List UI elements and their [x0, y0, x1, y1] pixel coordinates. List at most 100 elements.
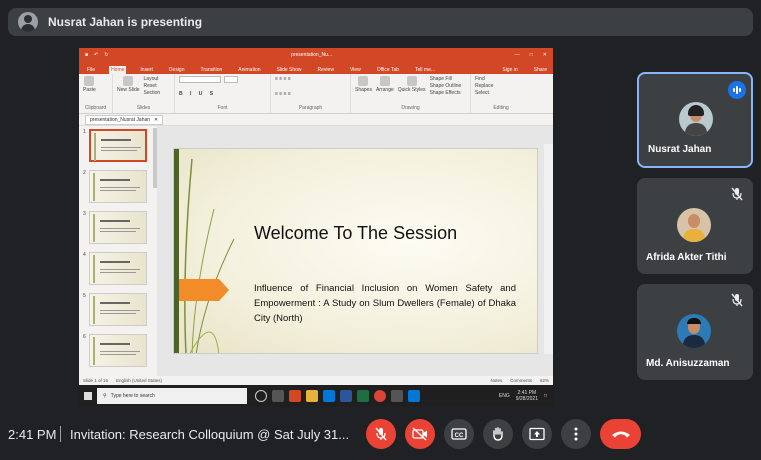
current-slide: Welcome To The Session Influence of Fina…: [173, 148, 538, 354]
tab-view: View: [349, 67, 361, 73]
paste-button: Paste: [83, 76, 96, 93]
align-icons: ≡ ≡ ≡ ≡: [275, 90, 291, 97]
slide-body-text: Influence of Financial Inclusion on Wome…: [254, 283, 516, 324]
present-button[interactable]: [522, 419, 552, 449]
word-app-icon: [340, 389, 352, 402]
participant-tile-anisuzzaman[interactable]: Md. Anisuzzaman: [637, 284, 753, 380]
camera-toggle-button[interactable]: [405, 419, 435, 449]
taskbar-date: 9/28/2021: [515, 395, 538, 402]
participant-name: Afrida Akter Tithi: [646, 252, 727, 263]
avatar: [677, 208, 711, 242]
avatar: [677, 314, 711, 348]
participant-name: Nusrat Jahan: [648, 144, 712, 155]
redo-icon: ↻: [104, 52, 109, 58]
language-indicator: ENG: [498, 392, 510, 399]
notes-button: Notes: [490, 378, 503, 383]
chrome-icon: [374, 389, 386, 402]
arrange-button: Arrange: [376, 76, 394, 96]
raise-hand-icon: [493, 427, 503, 441]
notification-icon: □: [543, 392, 547, 399]
hang-up-icon: [611, 431, 630, 438]
thumbnail-2: 2: [83, 170, 147, 203]
participant-tile-afrida[interactable]: Afrida Akter Tithi: [637, 178, 753, 274]
participant-tile-nusrat[interactable]: Nusrat Jahan: [637, 72, 753, 168]
store-icon: [323, 389, 335, 402]
captions-button[interactable]: CC: [444, 419, 474, 449]
presenter-avatar: [18, 12, 38, 32]
close-icon: ✕: [542, 52, 547, 58]
minimize-icon: —: [514, 52, 520, 58]
tab-office-tab: Office Tab: [376, 67, 400, 73]
tab-tell-me: Tell me...: [415, 67, 436, 73]
slide-title: Welcome To The Session: [254, 223, 458, 243]
orange-arrow-shape: [179, 279, 229, 301]
thumbnail-1: 1: [83, 129, 147, 162]
ribbon: Paste Clipboard New Slide Layout Reset S…: [79, 74, 553, 114]
layout-button: Layout: [143, 76, 159, 82]
ribbon-group-slides: New Slide Layout Reset Section Slides: [113, 74, 175, 113]
thumbnail-6: 6: [83, 334, 147, 367]
search-icon: ⚲: [103, 392, 107, 399]
mic-toggle-button[interactable]: [366, 419, 396, 449]
document-tab-bar: presentation_Nusrat Jahan ✕: [79, 114, 553, 126]
thumbnail-5: 5: [83, 293, 147, 326]
excel-app-icon: [357, 389, 369, 402]
undo-icon: ↶: [94, 52, 99, 58]
system-tray: ENG 2:41 PM 9/28/2021 □: [499, 390, 553, 402]
group-label-drawing: Drawing: [401, 105, 420, 111]
taskbar-apps: [255, 389, 420, 402]
more-options-button[interactable]: [561, 419, 591, 449]
ribbon-group-drawing: Shapes Arrange Quick Styles Shape Fill S…: [351, 74, 471, 113]
thumbnail-3: 3: [83, 211, 147, 244]
ribbon-group-editing: Find Replace Select Editing: [471, 74, 531, 113]
presenting-text: Nusrat Jahan is presenting: [48, 15, 203, 29]
group-label-clipboard: Clipboard: [84, 105, 107, 111]
more-options-icon: [574, 427, 578, 441]
grass-decoration: [184, 158, 235, 353]
shapes-button: Shapes: [355, 76, 372, 96]
powerpoint-statusbar: Slide 1 of 16 English (United States) No…: [79, 376, 553, 385]
font-format-icons: B I U S: [179, 91, 217, 97]
share-button: Share: [533, 67, 547, 73]
group-label-slides: Slides: [136, 105, 151, 111]
group-label-paragraph: Paragraph: [298, 105, 323, 111]
paragraph-icons: ≡ ≡ ≡ ≡: [275, 76, 291, 82]
mic-muted-icon: [731, 293, 743, 307]
shape-fill-button: Shape Fill: [429, 76, 452, 82]
ribbon-group-paragraph: ≡ ≡ ≡ ≡ ≡ ≡ ≡ ≡ Paragraph: [271, 74, 351, 113]
cortana-icon: [255, 389, 267, 402]
tab-design: Design: [168, 67, 185, 73]
mic-off-icon: [375, 427, 387, 441]
raise-hand-button[interactable]: [483, 419, 513, 449]
close-tab-icon: ✕: [154, 116, 159, 123]
group-label-font: Font: [217, 105, 228, 111]
mic-muted-icon: [731, 187, 743, 201]
font-name-box: [179, 76, 221, 83]
thumbnail-scrollbar: [153, 128, 157, 188]
shape-effects-button: Shape Effects: [429, 90, 461, 96]
speaking-indicator-icon: [728, 81, 746, 99]
meeting-control-bar: 2:41 PM Invitation: Research Colloquium …: [0, 408, 761, 460]
tab-transition: Transition: [200, 67, 223, 73]
tab-insert: Insert: [140, 67, 153, 73]
ribbon-group-clipboard: Paste Clipboard: [79, 74, 113, 113]
camera-off-icon: [412, 427, 427, 441]
window-title: presentation_Nu...: [291, 52, 333, 58]
meeting-title[interactable]: Invitation: Research Colloquium @ Sat Ju…: [70, 427, 349, 442]
avatar: [679, 102, 713, 136]
powerpoint-app-icon: [289, 389, 301, 402]
shape-outline-button: Shape Outline: [429, 83, 462, 89]
hang-up-button[interactable]: [600, 419, 641, 449]
meeting-clock: 2:41 PM: [8, 427, 57, 442]
ribbon-tabs: File Home Insert Design Transition Anima…: [79, 62, 553, 74]
powerpoint-titlebar: ■ ↶ ↻ presentation_Nu... — □ ✕: [79, 48, 553, 62]
group-label-editing: Editing: [493, 105, 509, 111]
settings-icon: [391, 389, 403, 402]
windows-start-icon: [79, 385, 97, 406]
maximize-icon: □: [529, 52, 533, 58]
shared-screen: ■ ↶ ↻ presentation_Nu... — □ ✕ File Home…: [79, 48, 553, 406]
participant-name: Md. Anisuzzaman: [646, 358, 730, 369]
task-view-icon: [272, 389, 284, 402]
taskbar-clock: 2:41 PM 9/28/2021: [516, 390, 538, 402]
ribbon-group-font: B I U S Font: [175, 74, 271, 113]
